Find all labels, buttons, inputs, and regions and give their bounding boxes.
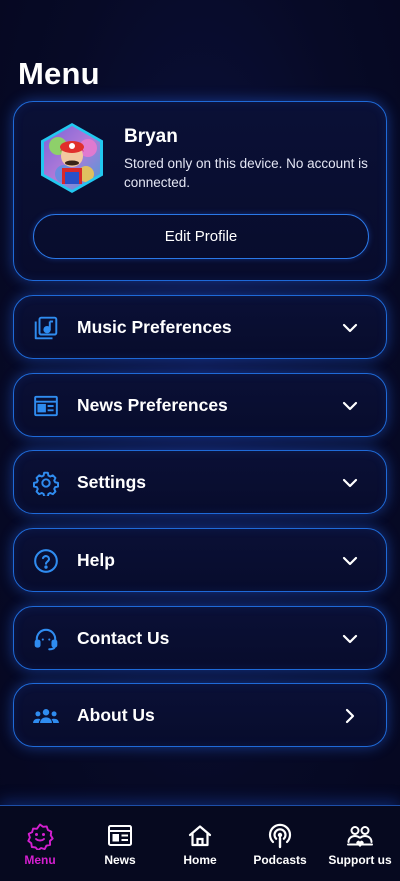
group-icon [32,702,60,730]
newspaper-icon [32,392,60,420]
headset-icon [32,625,60,653]
podcast-icon [268,823,292,849]
menu-item-help[interactable]: Help [13,528,387,592]
page-title: Menu [18,56,100,91]
menu-item-settings[interactable]: Settings [13,450,387,514]
tab-podcasts[interactable]: Podcasts [240,806,320,881]
tab-menu[interactable]: Menu [0,806,80,881]
menu-item-label: Help [77,550,115,570]
support-icon [347,826,373,847]
tab-label: Menu [24,853,56,867]
tab-news[interactable]: News [80,806,160,881]
gear-icon [32,469,60,497]
profile-description: Stored only on this device. No account i… [124,156,368,190]
tab-support-us[interactable]: Support us [320,806,400,881]
menu-item-about-us[interactable]: About Us [13,683,387,747]
menu-item-label: Settings [77,472,147,492]
help-circle-icon [32,547,60,575]
chevron-down-icon [342,323,358,333]
menu-item-label: Music Preferences [77,317,232,337]
chevron-down-icon [342,634,358,644]
tab-home[interactable]: Home [160,806,240,881]
home-icon [188,825,212,847]
profile-card: Bryan Stored only on this device. No acc… [13,101,387,281]
chevron-down-icon [342,401,358,411]
edit-profile-button[interactable]: Edit Profile [33,214,369,259]
tab-label: News [104,853,136,867]
menu-item-music-preferences[interactable]: Music Preferences [13,295,387,359]
chevron-down-icon [342,556,358,566]
music-library-icon [32,314,60,342]
menu-item-label: Contact Us [77,628,170,648]
avatar[interactable] [36,122,108,194]
tab-label: Podcasts [253,853,307,867]
bottom-tab-bar: Menu News Home Podcasts Support us [0,805,400,881]
chevron-down-icon [342,478,358,488]
menu-badge-icon [27,823,54,850]
avatar-image [41,123,103,193]
menu-item-label: News Preferences [77,395,228,415]
profile-name: Bryan [124,126,178,147]
menu-item-label: About Us [77,705,155,725]
tab-label: Home [183,853,217,867]
chevron-right-icon [345,708,355,724]
menu-item-news-preferences[interactable]: News Preferences [13,373,387,437]
news-icon [108,825,132,846]
tab-label: Support us [328,853,392,867]
menu-item-contact-us[interactable]: Contact Us [13,606,387,670]
